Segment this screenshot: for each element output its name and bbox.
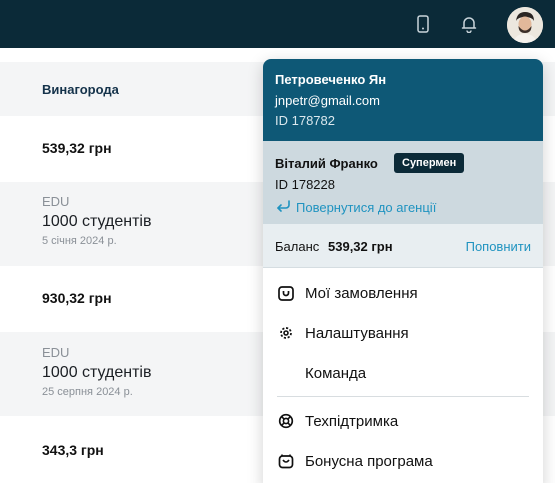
menu-item-label: Команда (305, 365, 367, 382)
plan-date: 25 серпня 2024 р. (42, 386, 133, 398)
plan-value: 1000 студентів (42, 364, 152, 381)
plan-value: 1000 студентів (42, 213, 152, 230)
menu-item-orders[interactable]: Мої замовлення (263, 273, 543, 313)
agent-account-card: Віталий Франко Супермен ID 178228 Поверн… (263, 141, 543, 224)
menu-item-label: Бонусна програма (305, 453, 433, 470)
return-arrow-icon (275, 199, 296, 216)
balance-row: Баланс 539,32 грн Поповнити (263, 224, 543, 268)
reward-amount: 343,3 грн (42, 442, 104, 458)
lifebuoy-icon (277, 412, 295, 430)
role-badge: Супермен (394, 153, 465, 173)
top-up-link[interactable]: Поповнити (466, 239, 531, 254)
plan-label: EDU (42, 345, 70, 360)
owner-account-card: Петровеченко Ян jnpetr@gmail.com ID 1787… (263, 59, 543, 141)
profile-dropdown: Петровеченко Ян jnpetr@gmail.com ID 1787… (263, 59, 543, 483)
menu-divider (277, 396, 529, 397)
agent-name: Віталий Франко (275, 156, 378, 171)
reward-amount: 539,32 грн (42, 140, 112, 156)
menu-item-label: Мої замовлення (305, 285, 418, 302)
agent-id: ID 178228 (275, 177, 335, 192)
menu-item-support[interactable]: Техпідтримка (263, 401, 543, 441)
balance-label: Баланс (275, 239, 320, 254)
plan-date: 5 січня 2024 р. (42, 235, 117, 247)
gift-icon (277, 452, 295, 470)
menu-item-settings[interactable]: Налаштування (263, 313, 543, 353)
gear-icon (277, 324, 295, 342)
phone-icon[interactable] (411, 12, 435, 36)
user-avatar[interactable] (507, 7, 543, 43)
owner-id: ID 178782 (275, 113, 335, 128)
balance-amount: 539,32 грн (328, 239, 393, 254)
menu-item-label: Техпідтримка (305, 413, 399, 430)
bell-icon[interactable] (457, 12, 481, 36)
top-bar (0, 0, 555, 48)
back-to-agency-link[interactable]: Повернутися до агенції (275, 199, 436, 216)
back-to-agency-label: Повернутися до агенції (296, 200, 437, 215)
reward-amount: 930,32 грн (42, 290, 112, 306)
column-header-reward: Винагорода (42, 82, 119, 97)
menu-item-team[interactable]: Команда (263, 353, 543, 393)
menu-item-bonus[interactable]: Бонусна програма (263, 441, 543, 481)
owner-name: Петровеченко Ян (275, 72, 387, 87)
owner-email: jnpetr@gmail.com (275, 93, 380, 108)
menu-item-label: Налаштування (305, 325, 409, 342)
orders-icon (277, 284, 295, 302)
plan-label: EDU (42, 194, 70, 209)
